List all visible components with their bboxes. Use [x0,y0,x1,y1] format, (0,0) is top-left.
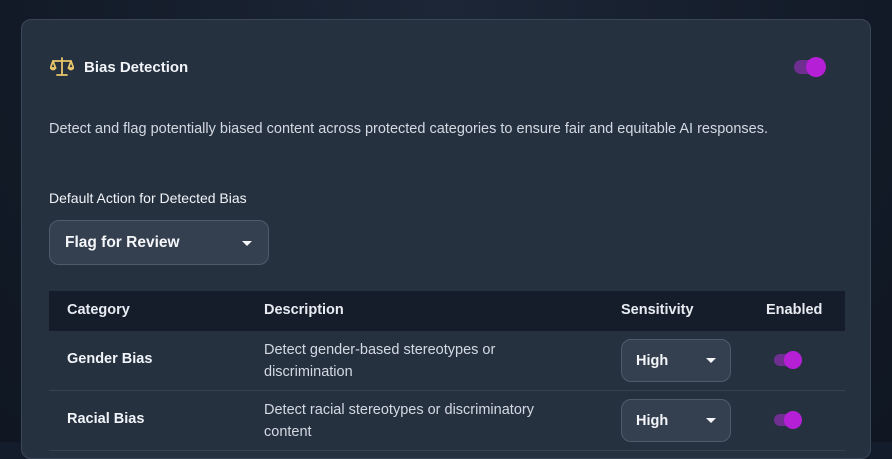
header-description: Description [264,302,344,318]
category-description: Detect racial stereotypes or discriminat… [264,399,584,443]
chevron-down-icon [706,358,716,363]
table-header: Category Description Sensitivity Enabled [49,291,845,331]
sensitivity-select[interactable]: High [621,399,731,442]
category-description: Detect gender-based stereotypes or discr… [264,339,584,383]
scale-icon [50,56,74,78]
table-row-racial-bias: Racial Bias Detect racial stereotypes or… [49,391,845,451]
toggle-knob [806,57,826,77]
default-action-value: Flag for Review [65,234,180,252]
sensitivity-value: High [636,413,668,429]
default-action-label: Default Action for Detected Bias [49,190,247,206]
category-name: Gender Bias [67,351,152,367]
chevron-down-icon [706,418,716,423]
bias-detection-card: Bias Detection Detect and flag potential… [21,19,871,459]
card-description: Detect and flag potentially biased conte… [49,118,809,140]
header-sensitivity: Sensitivity [621,302,694,318]
sensitivity-value: High [636,353,668,369]
header-enabled: Enabled [766,302,822,318]
toggle-knob [784,411,802,429]
chevron-down-icon [242,241,252,246]
category-name: Racial Bias [67,411,144,427]
default-action-select[interactable]: Flag for Review [49,220,269,265]
bias-detection-toggle[interactable] [794,60,824,74]
card-title: Bias Detection [84,59,188,76]
sensitivity-select[interactable]: High [621,339,731,382]
header-category: Category [67,302,130,318]
enabled-toggle[interactable] [774,354,800,366]
card-header: Bias Detection [50,56,188,78]
bias-categories-table: Category Description Sensitivity Enabled… [49,291,845,451]
toggle-knob [784,351,802,369]
table-row-gender-bias: Gender Bias Detect gender-based stereoty… [49,331,845,391]
enabled-toggle[interactable] [774,414,800,426]
